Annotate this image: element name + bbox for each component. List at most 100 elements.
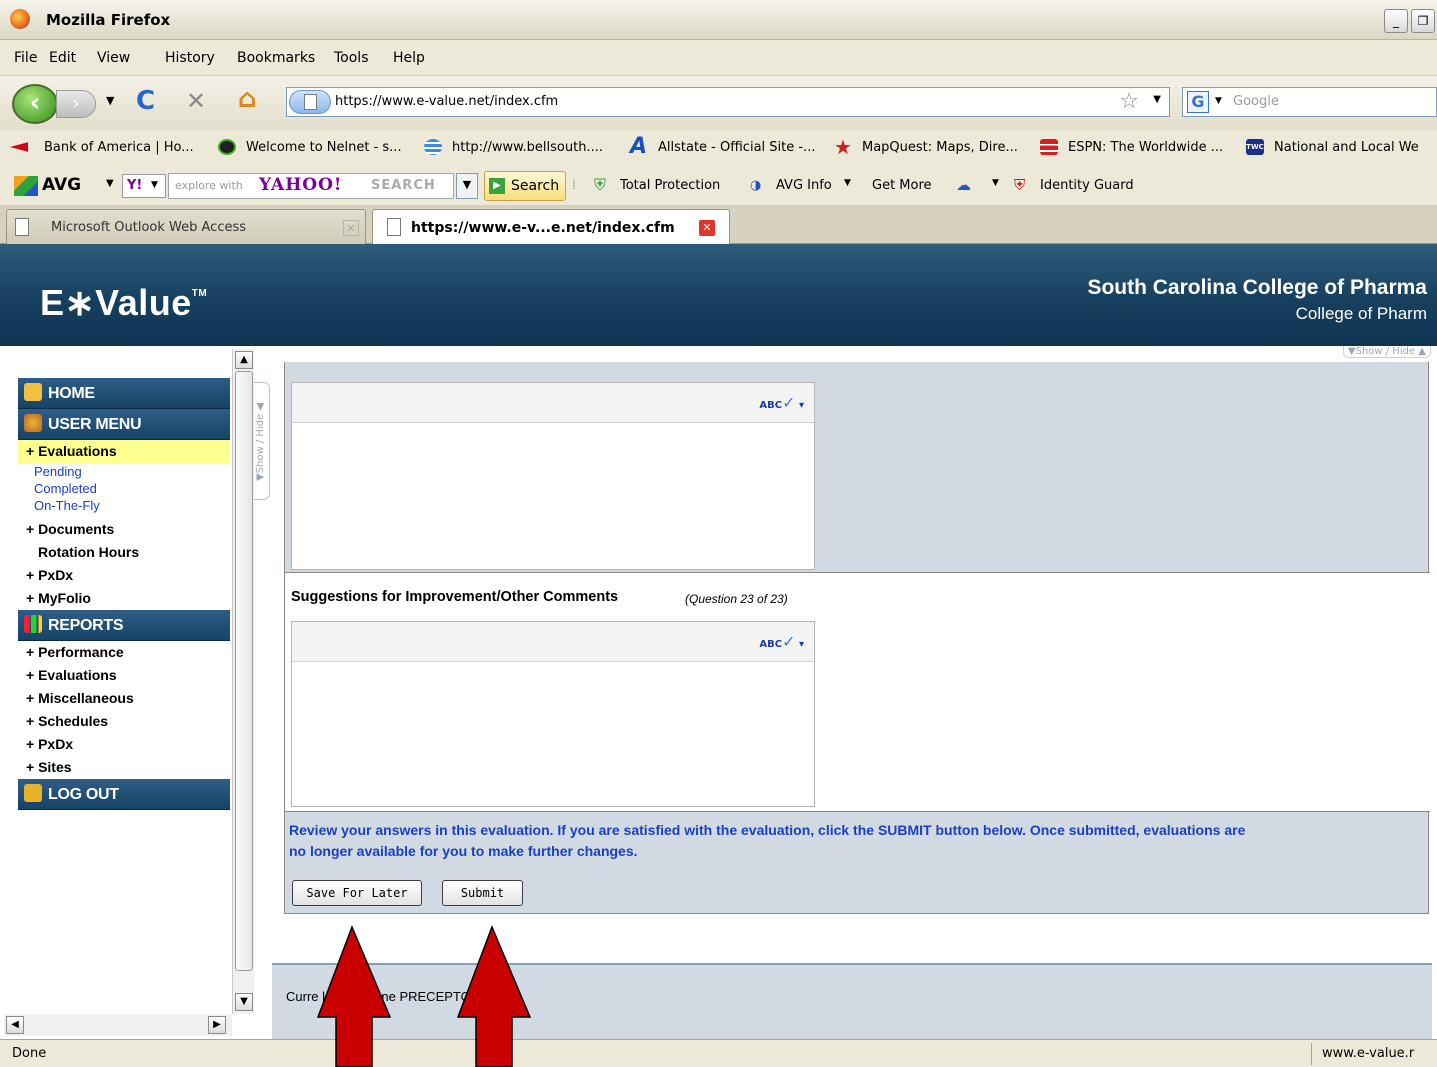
sidebar-item-pxdx[interactable]: + PxDx xyxy=(18,564,230,587)
url-dropdown-icon[interactable]: ▼ xyxy=(1153,94,1161,105)
sidebar-show-hide-toggle[interactable]: ▼Show / Hide ◀ xyxy=(254,382,270,500)
sidebar-item-pending[interactable]: Pending xyxy=(18,463,230,480)
scroll-up-icon[interactable]: ▲ xyxy=(235,351,253,369)
stop-button[interactable]: ✕ xyxy=(186,87,206,115)
previous-comment-editor[interactable]: ABC✓ ▾ xyxy=(291,382,815,570)
scroll-thumb[interactable] xyxy=(235,371,253,971)
submit-button[interactable]: Submit xyxy=(442,880,523,906)
bookmark-allstate[interactable]: Allstate - Official Site -... xyxy=(658,140,815,155)
evaluation-footer: Curre luating: Jane PRECEPTOR xyxy=(272,963,1432,1039)
history-dropdown-icon[interactable]: ▼ xyxy=(106,94,114,107)
tab-outlook-label: Microsoft Outlook Web Access xyxy=(51,220,247,235)
menu-view[interactable]: View xyxy=(97,50,130,66)
sidebar-item-report-pxdx[interactable]: + PxDx xyxy=(18,733,230,756)
sidebar-section-user-menu[interactable]: USER MENU xyxy=(18,409,230,440)
site-identity-button[interactable] xyxy=(289,90,331,114)
bookmark-bank-of-america[interactable]: Bank of America | Ho... xyxy=(44,140,194,155)
forward-button[interactable]: › xyxy=(56,90,96,118)
save-for-later-button[interactable]: Save For Later xyxy=(292,880,422,906)
total-protection-button[interactable]: Total Protection xyxy=(620,178,720,193)
sidebar-vertical-scrollbar[interactable]: ▲ ▼ xyxy=(232,349,254,1014)
sidebar-item-report-evaluations[interactable]: + Evaluations xyxy=(18,664,230,687)
google-engine-icon[interactable]: G xyxy=(1187,91,1209,113)
suggestions-comment-editor[interactable]: ABC✓ ▾ xyxy=(291,621,815,807)
menu-help[interactable]: Help xyxy=(393,50,425,66)
sidebar-item-label: REPORTS xyxy=(48,617,124,634)
bookmark-nelnet[interactable]: Welcome to Nelnet - s... xyxy=(246,140,402,155)
engine-dropdown-icon[interactable]: ▼ xyxy=(1215,96,1222,106)
menu-edit[interactable]: Edit xyxy=(49,50,76,66)
sidebar-item-performance[interactable]: + Performance xyxy=(18,641,230,664)
sidebar-item-label: USER MENU xyxy=(48,416,142,433)
yahoo-search-button[interactable]: ▶ Search xyxy=(484,171,566,201)
bookmark-star-icon[interactable]: ☆ xyxy=(1119,89,1139,114)
tab-outlook[interactable]: Microsoft Outlook Web Access ✕ xyxy=(6,209,366,244)
firefox-logo-icon xyxy=(10,9,30,29)
bookmark-espn[interactable]: ESPN: The Worldwide ... xyxy=(1068,140,1223,155)
avg-brand[interactable]: AVG xyxy=(42,175,81,195)
bookmark-weather[interactable]: National and Local We xyxy=(1274,140,1419,155)
url-text[interactable]: https://www.e-value.net/index.cfm xyxy=(335,94,558,109)
sidebar-item-evaluations[interactable]: + Evaluations xyxy=(18,440,230,463)
close-tab-icon[interactable]: ✕ xyxy=(343,220,359,236)
menu-tools[interactable]: Tools xyxy=(334,50,369,66)
sidebar-item-logout[interactable]: LOG OUT xyxy=(18,779,230,810)
avg-dropdown-icon[interactable]: ▼ xyxy=(106,178,114,189)
menu-file[interactable]: File xyxy=(14,50,37,66)
minimize-button[interactable]: _ xyxy=(1384,9,1408,33)
reload-button[interactable]: C xyxy=(136,86,155,116)
sidebar-item-schedules[interactable]: + Schedules xyxy=(18,710,230,733)
spellcheck-icon[interactable]: ABC✓ ▾ xyxy=(759,393,804,412)
evalue-header: E∗ValueTM South Carolina College of Phar… xyxy=(0,244,1437,346)
scroll-right-icon[interactable]: ▶ xyxy=(208,1016,226,1034)
show-hide-header-toggle[interactable]: ▼Show / Hide ▲ xyxy=(1342,346,1431,358)
get-more-button[interactable]: Get More xyxy=(872,178,932,193)
yahoo-search-button-label: Search xyxy=(511,178,560,194)
avg-info-button[interactable]: AVG Info xyxy=(776,178,832,193)
menu-history[interactable]: History xyxy=(165,50,215,66)
sidebar-item-miscellaneous[interactable]: + Miscellaneous xyxy=(18,687,230,710)
sidebar-section-reports[interactable]: REPORTS xyxy=(18,610,230,641)
page-icon xyxy=(387,218,401,236)
scroll-down-icon[interactable]: ▼ xyxy=(235,993,253,1011)
yahoo-search-input[interactable]: explore with YAHOO! SEARCH xyxy=(168,173,454,199)
close-tab-icon[interactable]: ✕ xyxy=(699,220,715,236)
sidebar-item-myfolio[interactable]: + MyFolio xyxy=(18,587,230,610)
address-bar[interactable]: https://www.e-value.net/index.cfm ☆ ▼ xyxy=(286,87,1170,117)
bookmark-mapquest[interactable]: MapQuest: Maps, Dire... xyxy=(862,140,1018,155)
spellcheck-icon[interactable]: ABC✓ ▾ xyxy=(759,632,804,651)
back-button[interactable]: ‹ xyxy=(12,84,58,124)
menu-bookmarks[interactable]: Bookmarks xyxy=(237,50,315,66)
tab-evalue[interactable]: https://www.e-v...e.net/index.cfm ✕ xyxy=(372,209,730,245)
weather-dropdown-icon[interactable]: ▼ xyxy=(992,178,999,188)
previous-question-band: ABC✓ ▾ xyxy=(285,362,1430,572)
yahoo-badge-button[interactable]: Y! ▼ xyxy=(122,174,166,198)
scroll-left-icon[interactable]: ◀ xyxy=(6,1016,24,1034)
home-button[interactable]: ⌂ xyxy=(238,84,257,114)
allstate-icon: A xyxy=(630,134,648,159)
yahoo-badge-label: Y! xyxy=(127,178,143,193)
weather-icon[interactable]: ☁ xyxy=(956,176,971,194)
search-box[interactable]: G ▼ Google xyxy=(1182,87,1437,117)
sidebar-item-rotation-hours[interactable]: Rotation Hours xyxy=(18,541,230,564)
bookmark-bellsouth[interactable]: http://www.bellsouth.... xyxy=(452,140,603,155)
avg-info-dropdown-icon[interactable]: ▼ xyxy=(844,178,851,188)
sidebar-horizontal-scrollbar[interactable]: ◀ ▶ xyxy=(4,1014,232,1036)
sidebar-item-home[interactable]: HOME xyxy=(18,378,230,409)
evalue-logo: E∗ValueTM xyxy=(40,282,207,324)
maximize-button[interactable]: ❐ xyxy=(1411,9,1435,33)
lock-icon xyxy=(24,784,42,802)
menu-bar: File Edit View History Bookmarks Tools H… xyxy=(0,40,1437,76)
sidebar-item-documents[interactable]: + Documents xyxy=(18,518,230,541)
page-icon xyxy=(15,218,29,236)
yahoo-search-dropdown[interactable]: ▼ xyxy=(456,173,478,199)
sidebar-nav: HOME USER MENU + Evaluations Pending Com… xyxy=(18,378,230,810)
sidebar-item-sites[interactable]: + Sites xyxy=(18,756,230,779)
nelnet-icon xyxy=(218,139,236,155)
identity-guard-button[interactable]: Identity Guard xyxy=(1040,178,1134,193)
status-text: Done xyxy=(12,1046,47,1061)
sidebar-item-on-the-fly[interactable]: On-The-Fly xyxy=(18,497,230,514)
sidebar-item-completed[interactable]: Completed xyxy=(18,480,230,497)
yahoo-search-hint: explore with xyxy=(175,179,243,192)
search-placeholder: Google xyxy=(1233,94,1279,109)
